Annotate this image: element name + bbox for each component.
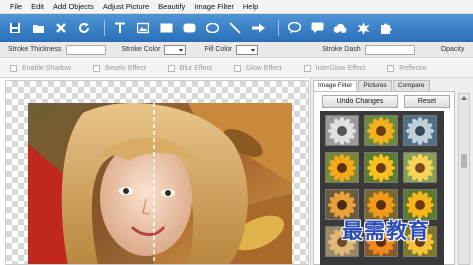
option-label: Blur Effect <box>179 64 212 72</box>
filter-thumbnail-bright[interactable] <box>403 152 437 183</box>
checkbox[interactable] <box>10 64 17 72</box>
scroll-up-arrow-icon[interactable] <box>461 96 467 100</box>
glow-effect-option[interactable]: Glow Effect <box>233 64 282 72</box>
option-label: Enable Shadow <box>22 64 72 72</box>
stroke-dash-label: Stroke Dash <box>322 46 361 53</box>
filter-thumbnail-warm[interactable] <box>325 152 359 183</box>
properties-bar: Stroke Thickness Stroke Color Fill Color… <box>0 42 473 58</box>
arrow-icon[interactable] <box>251 21 265 35</box>
panel-tabs: Image Filter Pictures Compare <box>311 78 473 91</box>
blur-effect-option[interactable]: Blur Effect <box>167 64 212 72</box>
stroke-thickness-input[interactable] <box>65 44 106 55</box>
checkbox[interactable] <box>387 64 395 72</box>
panel-scrollbar[interactable] <box>458 93 470 265</box>
tab-image-filter[interactable]: Image Filter <box>313 80 358 91</box>
editing-canvas[interactable] <box>5 80 309 265</box>
bevels-effect-option[interactable]: Bevels Effect <box>93 64 146 72</box>
puzzle-icon[interactable] <box>379 21 393 35</box>
option-label: Bevels Effect <box>105 64 146 72</box>
reflection-option[interactable]: Reflectio <box>387 64 427 72</box>
stroke-color-picker[interactable] <box>164 44 187 55</box>
tab-pictures[interactable]: Pictures <box>358 80 392 91</box>
stroke-color-label: Stroke Color <box>121 46 161 53</box>
stroke-thickness-label: Stroke Thickness <box>8 46 62 53</box>
rounded-rectangle-icon[interactable] <box>182 21 196 35</box>
menu-help[interactable]: Help <box>243 2 258 11</box>
filter-thumbnail-normal[interactable] <box>364 115 398 146</box>
menu-add-objects[interactable]: Add Objects <box>53 2 94 11</box>
filter-thumbnail-vivid[interactable] <box>364 152 398 183</box>
interglow-effect-option[interactable]: InterGlow Effect <box>303 64 366 72</box>
menu-edit[interactable]: Edit <box>31 2 44 11</box>
close-icon[interactable] <box>54 21 68 35</box>
edited-photo[interactable] <box>28 103 292 264</box>
line-icon[interactable] <box>228 21 242 35</box>
menu-beautify[interactable]: Beautify <box>158 2 185 11</box>
enable-shadow-option[interactable]: Enable Shadow <box>10 64 72 72</box>
tab-compare[interactable]: Compare <box>392 80 430 91</box>
option-label: InterGlow Effect <box>315 64 366 72</box>
menu-adjust-picture[interactable]: Adjust Picture <box>103 2 149 11</box>
undo-changes-button[interactable]: Undo Changes <box>322 95 398 108</box>
checkbox[interactable] <box>93 64 101 72</box>
save-icon[interactable] <box>8 21 22 35</box>
opacity-label: Opacity <box>440 46 465 53</box>
scrollbar-thumb[interactable] <box>461 154 467 168</box>
watermark-text: 最需教育 <box>342 218 430 243</box>
cloud-icon[interactable] <box>333 21 347 35</box>
checkbox[interactable] <box>233 64 241 72</box>
stroke-dash-select[interactable] <box>364 44 415 55</box>
ellipse-icon[interactable] <box>205 21 219 35</box>
menu-bar: File Edit Add Objects Adjust Picture Bea… <box>0 0 473 14</box>
refresh-icon[interactable] <box>77 21 91 35</box>
filter-thumbnail-cool[interactable] <box>403 115 437 146</box>
menu-image-filter[interactable]: Image Filter <box>194 2 234 11</box>
callout-icon[interactable] <box>310 21 324 35</box>
effects-bar: Enable Shadow Bevels Effect Blur Effect … <box>0 59 473 78</box>
option-label: Reflectio <box>399 64 427 72</box>
fill-color-label: Fill Color <box>204 46 233 53</box>
star-burst-icon[interactable] <box>356 21 370 35</box>
toolbar-separator <box>278 20 279 36</box>
toolbar <box>0 14 473 42</box>
option-label: Glow Effect <box>245 64 282 72</box>
checkbox[interactable] <box>167 64 175 72</box>
checkbox[interactable] <box>303 64 311 72</box>
open-folder-icon[interactable] <box>31 21 45 35</box>
text-icon[interactable] <box>113 21 127 35</box>
image-icon[interactable] <box>136 21 150 35</box>
fill-color-picker[interactable] <box>236 44 259 55</box>
rectangle-icon[interactable] <box>159 21 173 35</box>
reset-button[interactable]: Reset <box>404 95 450 108</box>
menu-file[interactable]: File <box>10 2 22 11</box>
toolbar-separator <box>104 20 105 36</box>
speech-bubble-icon[interactable] <box>287 21 301 35</box>
filter-thumbnail-grayscale[interactable] <box>325 115 359 146</box>
